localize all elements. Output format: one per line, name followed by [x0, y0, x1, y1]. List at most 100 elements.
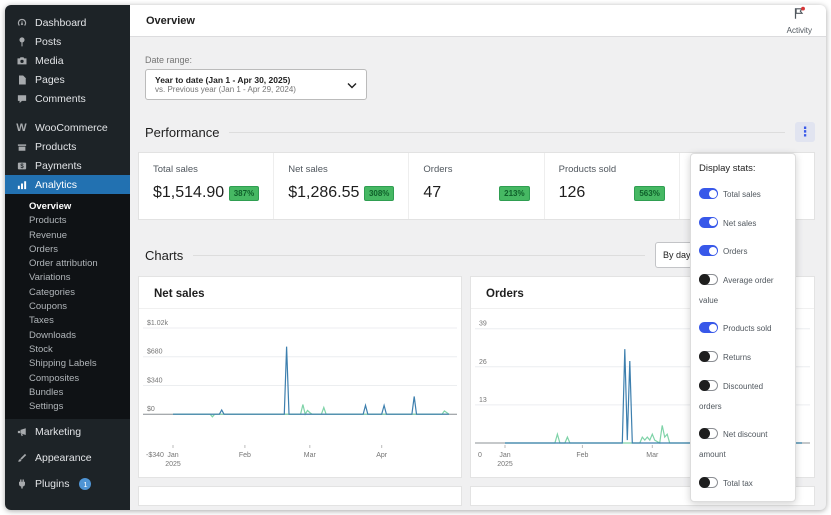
toggle-off-icon[interactable]: [699, 428, 718, 440]
sidebar-item-comments[interactable]: Comments: [5, 89, 130, 108]
plugins-update-badge: 1: [79, 478, 92, 491]
page-title: Overview: [146, 14, 195, 27]
performance-title: Performance: [145, 124, 220, 140]
sidebar-item-marketing[interactable]: Marketing: [5, 419, 130, 445]
svg-text:Feb: Feb: [576, 452, 588, 459]
toggle-on-icon[interactable]: [699, 188, 718, 199]
svg-text:$340: $340: [147, 378, 163, 385]
display-stat-option-average-order-value[interactable]: Average order value: [699, 269, 787, 309]
net-sales-chart: $1.02k $680 $340 $0 Jan 2025 Feb Mar Apr -$340: [143, 320, 457, 468]
toggle-off-icon[interactable]: [699, 476, 718, 488]
sidebar-item-label: Media: [35, 54, 64, 67]
sidebar-item-label: Payments: [35, 159, 82, 172]
sidebar-subitem-overview[interactable]: Overview: [5, 199, 130, 213]
stat-value: 47: [423, 184, 442, 201]
sidebar-item-label: Marketing: [35, 426, 82, 439]
net-sales-chart-card: Net sales $1.02k $680 $340 $0 Jan 2025 Feb Mar A…: [138, 276, 462, 478]
toggle-off-icon[interactable]: [699, 350, 718, 362]
box-icon: [15, 140, 28, 153]
stat-card-net-sales[interactable]: Net sales $1,286.55 308%: [273, 153, 408, 219]
ellipsis-menu-button[interactable]: ⋮: [795, 122, 815, 142]
sidebar-subitem-shipping-labels[interactable]: Shipping Labels: [5, 356, 130, 370]
toggle-on-icon[interactable]: [699, 216, 718, 228]
svg-text:26: 26: [479, 359, 487, 366]
display-stats-title: Display stats:: [699, 163, 756, 174]
stat-card-products-sold[interactable]: Products sold 126 563%: [543, 153, 679, 219]
toggle-on-icon[interactable]: [699, 245, 718, 257]
sidebar-item-media[interactable]: Media: [5, 51, 130, 70]
display-stat-label: Returns: [723, 352, 752, 362]
svg-text:Mar: Mar: [304, 452, 317, 459]
stat-value: 126: [558, 184, 586, 201]
payments-icon: $: [15, 159, 28, 172]
display-stat-option-total-tax[interactable]: Total tax: [699, 472, 787, 492]
svg-text:13: 13: [479, 397, 487, 404]
toggle-off-icon[interactable]: [699, 379, 718, 391]
sidebar-subitem-orders[interactable]: Orders: [5, 242, 130, 256]
sidebar-subitem-downloads[interactable]: Downloads: [5, 328, 130, 342]
display-stats-options: Total sales Net sales Orders Average order …: [699, 183, 787, 501]
display-stat-option-net-sales[interactable]: Net sales: [699, 212, 787, 232]
sidebar-item-woocommerce[interactable]: W WooCommerce: [5, 118, 130, 137]
screenshot-frame: Dashboard Posts Media Pages Comments W W…: [0, 0, 831, 515]
topbar: Overview Activity: [130, 5, 826, 37]
sidebar-subitem-taxes[interactable]: Taxes: [5, 313, 130, 327]
svg-text:2025: 2025: [497, 461, 513, 468]
toggle-on-icon[interactable]: [699, 322, 718, 334]
sidebar-item-label: Posts: [35, 35, 62, 48]
display-stat-option-returns[interactable]: Returns: [699, 346, 787, 366]
sidebar-item-products[interactable]: Products: [5, 137, 130, 156]
sidebar-item-pages[interactable]: Pages: [5, 70, 130, 89]
display-stat-option-discounted-orders[interactable]: Discounted orders: [699, 375, 787, 415]
sidebar-item-plugins[interactable]: Plugins 1: [5, 471, 130, 497]
sidebar-subitem-categories[interactable]: Categories: [5, 285, 130, 299]
sidebar-subitem-order-attribution[interactable]: Order attribution: [5, 256, 130, 270]
toggle-off-icon[interactable]: [699, 273, 718, 285]
sidebar-subitem-bundles[interactable]: Bundles: [5, 385, 130, 399]
svg-text:-$340: -$340: [146, 452, 164, 459]
display-stat-option-total-sales[interactable]: Total sales: [699, 183, 787, 203]
stat-label: Orders: [423, 164, 453, 175]
sidebar-item-dashboard[interactable]: Dashboard: [5, 13, 130, 32]
sidebar-subitem-revenue[interactable]: Revenue: [5, 228, 130, 242]
svg-text:0: 0: [478, 452, 482, 459]
activity-button[interactable]: Activity: [787, 6, 812, 35]
sidebar-item-label: Dashboard: [35, 16, 87, 29]
display-stat-option-products-sold[interactable]: Products sold: [699, 317, 787, 337]
sidebar-subitem-variations[interactable]: Variations: [5, 270, 130, 284]
stat-card-total-sales[interactable]: Total sales $1,514.90 387%: [139, 153, 273, 219]
stat-value: $1,514.90: [153, 184, 225, 201]
sidebar-subitem-settings[interactable]: Settings: [5, 399, 130, 413]
display-stat-option-order-tax[interactable]: Order tax: [699, 500, 787, 501]
stat-label: Total sales: [153, 164, 198, 175]
sidebar-subitem-composites[interactable]: Composites: [5, 371, 130, 385]
sidebar-subitem-coupons[interactable]: Coupons: [5, 299, 130, 313]
sidebar-item-analytics[interactable]: Analytics: [5, 175, 130, 194]
wp-admin-app: Dashboard Posts Media Pages Comments W W…: [5, 5, 826, 510]
svg-text:Jan: Jan: [499, 452, 510, 459]
section-divider: [193, 254, 645, 256]
svg-text:$1.02k: $1.02k: [147, 320, 169, 327]
date-range-dropdown[interactable]: Year to date (Jan 1 - Apr 30, 2025) vs. …: [145, 69, 367, 100]
display-stat-option-net-discount-amount[interactable]: Net discount amount: [699, 423, 787, 463]
page-icon: [15, 73, 28, 86]
net-sales-chart-title: Net sales: [139, 277, 461, 309]
comment-icon: [15, 92, 28, 105]
date-range-label: Date range:: [145, 55, 193, 65]
analytics-submenu: Overview Products Revenue Orders Order attri…: [5, 194, 130, 420]
date-range-secondary: vs. Previous year (Jan 1 - Apr 29, 2024): [155, 85, 296, 94]
section-divider: [229, 131, 785, 133]
sidebar-item-appearance[interactable]: Appearance: [5, 445, 130, 471]
sidebar-subitem-stock[interactable]: Stock: [5, 342, 130, 356]
sidebar-subitem-products[interactable]: Products: [5, 213, 130, 227]
plug-icon: [15, 478, 28, 491]
sidebar-item-posts[interactable]: Posts: [5, 32, 130, 51]
sidebar-item-payments[interactable]: $ Payments: [5, 156, 130, 175]
svg-text:2025: 2025: [165, 461, 181, 468]
svg-text:Jan: Jan: [167, 452, 178, 459]
display-stat-label: Net sales: [723, 218, 757, 228]
display-stats-panel: Display stats: Total sales Net sales Order…: [690, 153, 796, 502]
display-stat-option-orders[interactable]: Orders: [699, 240, 787, 260]
svg-text:$0: $0: [147, 406, 155, 413]
stat-card-orders[interactable]: Orders 47 213%: [408, 153, 543, 219]
